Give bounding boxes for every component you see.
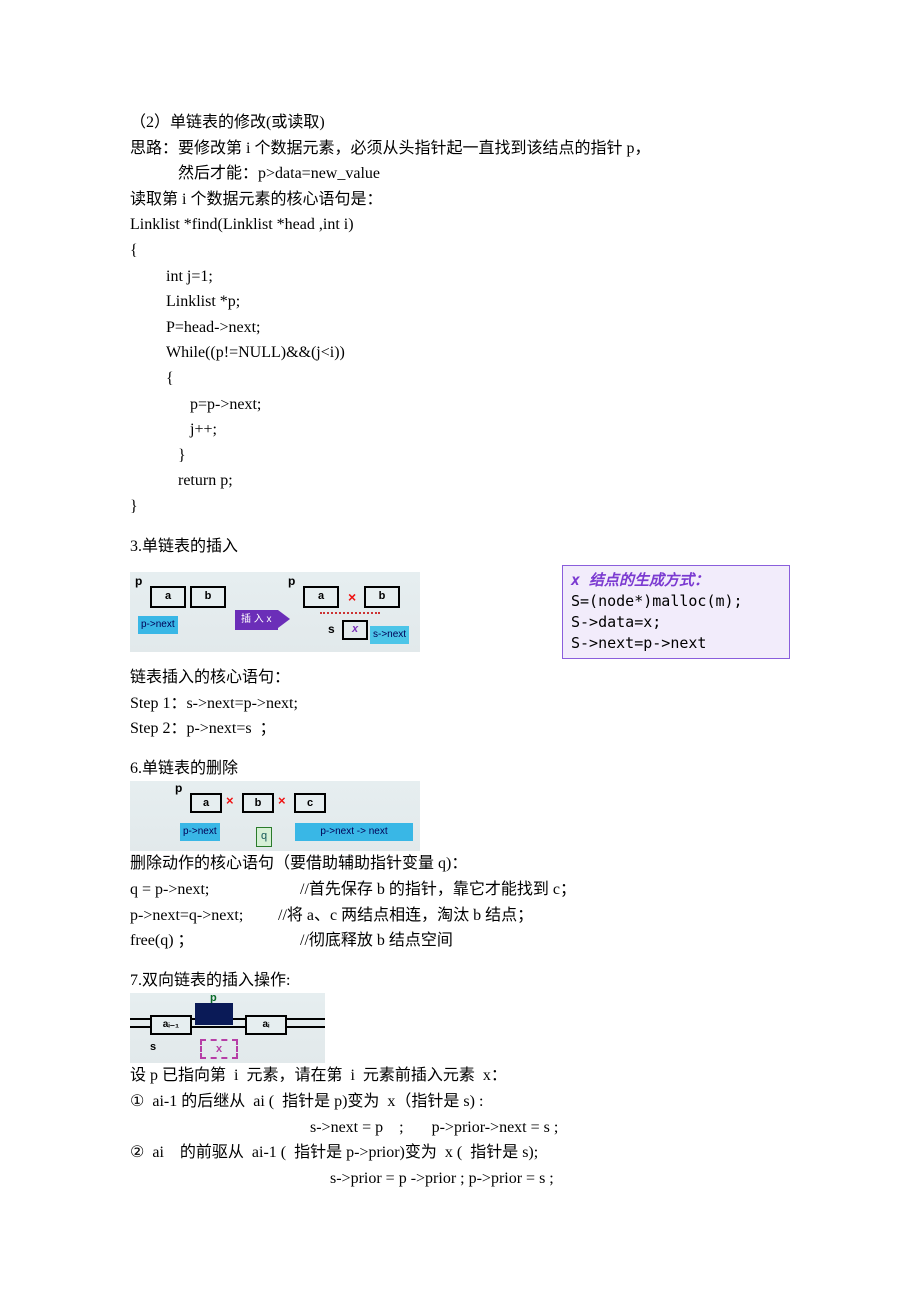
delete-diagram: p a × b × c p->next q p->next -> next: [130, 781, 420, 851]
idea-text: 要修改第 i 个数据元素，必须从头指针起一直找到该结点的指针 p，: [178, 140, 650, 157]
code-l5: P=head->next;: [130, 315, 790, 341]
s7-code2: s->prior = p ->prior ; p->prior = s ;: [130, 1166, 790, 1192]
code-l8: p=p->next;: [130, 392, 790, 418]
del-pnn: p->next -> next: [295, 823, 413, 841]
code-l3: int j=1;: [130, 264, 790, 290]
code-l1: Linklist *find(Linklist *head ,int i): [130, 212, 790, 238]
idea-label: 思路：: [130, 140, 178, 157]
s7-assume: 设 p 已指向第 i 元素，请在第 i 元素前插入元素 x：: [130, 1063, 790, 1089]
s6-l1a: q = p->next;: [130, 877, 300, 903]
s6-l1b: //首先保存 b 的指针，靠它才能找到 c；: [300, 881, 576, 898]
code-l12: }: [130, 494, 790, 520]
del-x2-icon: ×: [278, 791, 286, 812]
sidebox-title: x 结点的生成方式：: [571, 570, 781, 591]
s6-core-label: 删除动作的核心语句（要借助辅助指针变量 q)：: [130, 851, 790, 877]
insert-arrow: 插 入 x: [235, 610, 278, 630]
del-q: q: [256, 827, 272, 847]
s7-step1: ① ai-1 的后继从 ai ( 指针是 p)变为 x（指针是 s) :: [130, 1089, 790, 1115]
s6-l2: p->next=q->next;//将 a、c 两结点相连，淘汰 b 结点；: [130, 903, 790, 929]
node-gen-box: x 结点的生成方式： S=(node*)malloc(m); S->data=x…: [562, 565, 790, 659]
s7-code1: s->next = p ; p->prior->next = s ;: [130, 1115, 790, 1141]
insert-diagram: p a b p->next 插 入 x p a × b s x s->next: [130, 572, 420, 652]
s3-step2: Step 2：p->next=s ；: [130, 716, 790, 742]
box-a-r: a: [303, 586, 339, 608]
s1-title: （2）单链表的修改(或读取): [130, 110, 790, 136]
s3-core-label: 链表插入的核心语句：: [130, 665, 790, 691]
code-l9: j++;: [130, 417, 790, 443]
box-a-l: a: [150, 586, 186, 608]
dl-ai: aᵢ: [245, 1015, 287, 1035]
redx-icon: ×: [348, 586, 356, 608]
pnext-l: p->next: [138, 616, 178, 634]
dl-s: s: [150, 1039, 156, 1057]
snext-label: s->next: [370, 626, 409, 644]
code-l11: return p;: [130, 468, 790, 494]
del-pnext: p->next: [180, 823, 220, 841]
del-c: c: [294, 793, 326, 813]
sidebox-l1: S=(node*)malloc(m);: [571, 591, 781, 612]
sidebox-l3: S->next=p->next: [571, 633, 781, 654]
s6-l3: free(q) ；//彻底释放 b 结点空间: [130, 928, 790, 954]
del-x1-icon: ×: [226, 791, 234, 812]
box-b-r: b: [364, 586, 400, 608]
box-b-l: b: [190, 586, 226, 608]
s7-title: 7.双向链表的插入操作:: [130, 968, 790, 994]
dl-x: x: [200, 1039, 238, 1059]
code-l10: }: [130, 443, 790, 469]
sidebox-l2: S->data=x;: [571, 612, 781, 633]
dl-ai1: aᵢ₋₁: [150, 1015, 192, 1035]
p-label-r: p: [288, 572, 295, 591]
del-a: a: [190, 793, 222, 813]
code-l7: {: [130, 366, 790, 392]
s6-l2a: p->next=q->next;: [130, 903, 278, 929]
s3-title: 3.单链表的插入: [130, 534, 790, 560]
s-label: s: [328, 620, 335, 639]
code-l4: Linklist *p;: [130, 289, 790, 315]
s1-idea: 思路：要修改第 i 个数据元素，必须从头指针起一直找到该结点的指针 p，: [130, 136, 790, 162]
code-l2: {: [130, 238, 790, 264]
s6-l3a: free(q) ；: [130, 928, 300, 954]
del-p: p: [175, 779, 182, 798]
p-label-l: p: [135, 572, 142, 591]
code-l6: While((p!=NULL)&&(j<i)): [130, 340, 790, 366]
box-x: x: [342, 620, 368, 640]
s6-l2b: //将 a、c 两结点相连，淘汰 b 结点；: [278, 907, 533, 924]
dash-icon: [320, 612, 380, 614]
s1-idea2: 然后才能：p>data=new_value: [130, 161, 790, 187]
s6-l1: q = p->next;//首先保存 b 的指针，靠它才能找到 c；: [130, 877, 790, 903]
page: （2）单链表的修改(或读取) 思路：要修改第 i 个数据元素，必须从头指针起一直…: [0, 0, 920, 1302]
s1-read-intro: 读取第 i 个数据元素的核心语句是：: [130, 187, 790, 213]
dlist-diagram: p aᵢ₋₁ aᵢ s x: [130, 993, 325, 1063]
s6-l3b: //彻底释放 b 结点空间: [300, 932, 453, 949]
back-block: [195, 1003, 233, 1025]
s6-title: 6.单链表的删除: [130, 756, 790, 782]
del-b: b: [242, 793, 274, 813]
insert-row: p a b p->next 插 入 x p a × b s x s->next …: [130, 565, 790, 659]
sidebox-wrap: x 结点的生成方式： S=(node*)malloc(m); S->data=x…: [562, 565, 790, 659]
s7-step2: ② ai 的前驱从 ai-1 ( 指针是 p->prior)变为 x ( 指针是…: [130, 1140, 790, 1166]
s3-step1: Step 1：s->next=p->next;: [130, 691, 790, 717]
